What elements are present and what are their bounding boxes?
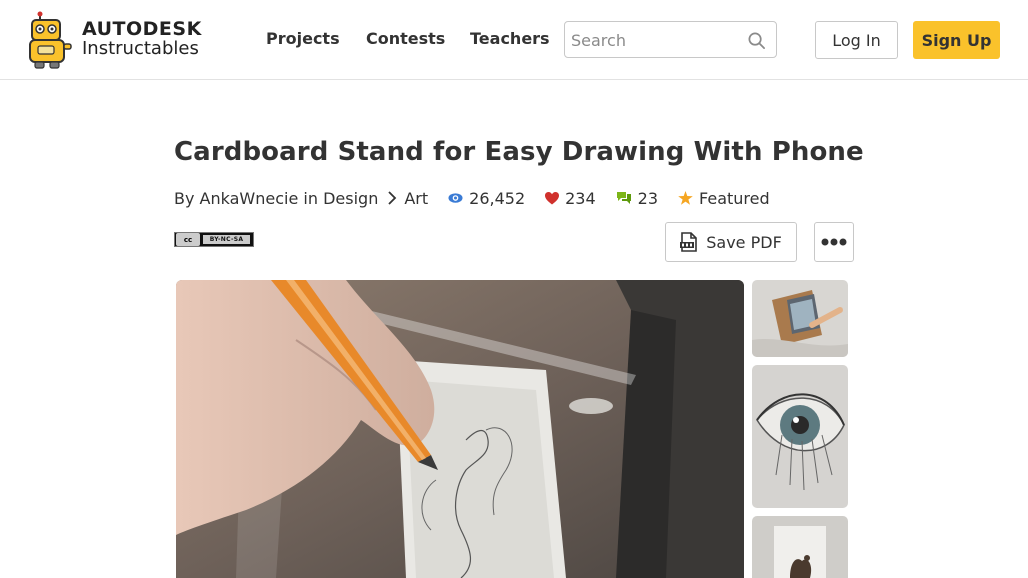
more-options-button[interactable]	[814, 222, 854, 262]
pdf-file-icon	[680, 232, 698, 252]
nav-projects[interactable]: Projects	[266, 29, 340, 48]
by-label: By	[174, 188, 195, 208]
save-pdf-button[interactable]: Save PDF	[665, 222, 797, 262]
subcategory-link[interactable]: Art	[404, 189, 428, 208]
project-title: Cardboard Stand for Easy Drawing With Ph…	[174, 137, 864, 167]
comments-count: 23	[637, 188, 659, 208]
chat-bubbles-icon	[616, 191, 631, 204]
thumb-image-1	[752, 280, 848, 357]
favorites-count: 234	[565, 188, 596, 208]
logo-autodesk-text: AUTODESK	[82, 18, 202, 40]
project-meta: By AnkaWnecie in Design Art 26,452 234 2…	[174, 188, 770, 208]
category-link[interactable]: Design	[323, 189, 378, 208]
views-count: 26,452	[469, 188, 526, 208]
license-terms: BY-NC-SA	[203, 235, 250, 244]
signup-button[interactable]: Sign Up	[913, 21, 1000, 59]
search-input[interactable]	[571, 28, 741, 52]
site-logo[interactable]: AUTODESK Instructables	[26, 10, 206, 70]
login-button[interactable]: Log In	[815, 21, 898, 59]
robot-logo-icon	[29, 11, 72, 69]
search-box	[564, 21, 777, 58]
featured-badge: Featured	[678, 189, 770, 208]
save-pdf-label: Save PDF	[706, 232, 782, 252]
gallery-thumb-1[interactable]	[752, 280, 848, 357]
main-photo-image	[176, 280, 744, 578]
cc-logo: cc	[176, 233, 200, 246]
gallery-thumb-2[interactable]	[752, 365, 848, 508]
views-stat: 26,452	[448, 189, 525, 208]
featured-label: Featured	[699, 188, 770, 208]
comments-stat[interactable]: 23	[616, 189, 658, 208]
thumb-image-2	[752, 365, 848, 508]
nav-teachers[interactable]: Teachers	[470, 29, 550, 48]
site-header: AUTODESK Instructables Projects Contests…	[0, 0, 1028, 80]
in-label: in	[303, 188, 318, 208]
nav-contests[interactable]: Contests	[366, 29, 445, 48]
eye-icon	[448, 193, 463, 203]
logo-instructables-text: Instructables	[82, 38, 199, 59]
search-icon[interactable]	[747, 31, 766, 50]
main-project-photo[interactable]	[176, 280, 744, 578]
license-badge[interactable]: cc BY-NC-SA	[174, 232, 254, 247]
favorites-stat[interactable]: 234	[545, 189, 596, 208]
heart-icon	[545, 191, 560, 204]
chevron-right-icon	[388, 191, 397, 205]
author-link[interactable]: AnkaWnecie	[200, 189, 299, 208]
more-dots-icon	[821, 238, 847, 246]
gallery-thumb-3[interactable]	[752, 516, 848, 578]
thumb-image-3	[752, 516, 848, 578]
star-icon	[678, 191, 693, 205]
